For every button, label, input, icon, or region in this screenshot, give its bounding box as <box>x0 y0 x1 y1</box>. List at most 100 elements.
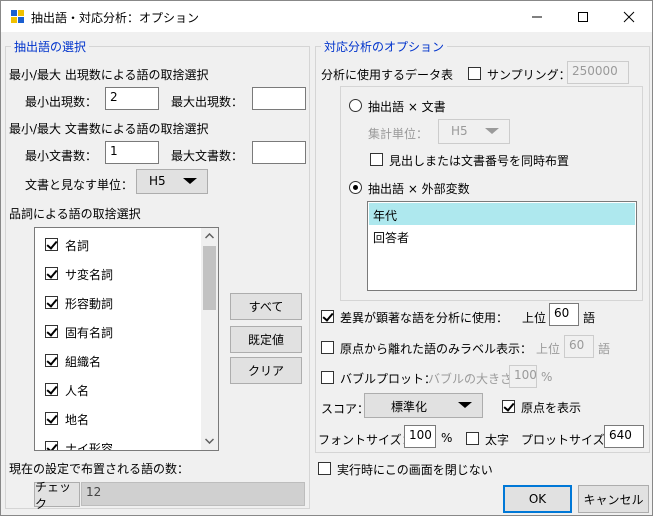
dropdown-arrow-icon <box>183 178 197 184</box>
sampling-input[interactable]: 250000 <box>567 61 629 84</box>
sampling-label: サンプリング： <box>487 68 571 82</box>
cancel-button[interactable]: キャンセル <box>578 485 649 513</box>
ca-options-legend: 対応分析のオプション <box>321 38 448 55</box>
origin-top-label: 上位 <box>536 342 561 356</box>
diff-checkbox[interactable] <box>321 310 334 323</box>
origin-label-text: 原点から離れた語のみラベル表示： <box>340 342 533 356</box>
heading-same-label: 見出しまたは文書番号を同時布置 <box>389 154 570 168</box>
score-value: 標準化 <box>391 400 428 414</box>
select-all-button[interactable]: すべて <box>230 293 302 320</box>
list-item[interactable]: 名詞 <box>35 230 211 259</box>
pos-checkbox[interactable] <box>45 412 58 425</box>
pos-item-label: 名詞 <box>65 239 90 253</box>
pos-checkbox[interactable] <box>45 296 58 309</box>
freq-section-label: 最小/最大 出現数による語の取捨選択 <box>9 68 209 82</box>
bold-checkbox[interactable] <box>466 432 479 445</box>
min-freq-label: 最小出現数： <box>25 95 98 109</box>
sampling-checkbox[interactable] <box>468 67 481 80</box>
diff-top-label: 上位 <box>522 311 547 325</box>
max-freq-label: 最大出現数： <box>171 95 244 109</box>
doc-unit-label: 文書と見なす単位： <box>25 178 134 192</box>
close-icon <box>623 11 635 22</box>
pos-item-label: 組織名 <box>65 355 102 369</box>
pos-item-label: 固有名詞 <box>65 326 114 340</box>
close-on-run-label: 実行時にこの画面を閉じない <box>337 463 493 477</box>
title-bar: 抽出語・対応分析：オプション <box>1 1 652 32</box>
font-size-unit: % <box>441 431 453 445</box>
variable-item-selected[interactable]: 年代 <box>369 203 635 225</box>
pos-item-label: 形容動詞 <box>65 297 114 311</box>
show-origin-label: 原点を表示 <box>521 401 582 415</box>
pos-scrollbar[interactable] <box>201 228 218 450</box>
doc-unit-value: H5 <box>149 174 166 188</box>
pos-item-label: 地名 <box>65 413 90 427</box>
pos-checkbox[interactable] <box>45 354 58 367</box>
bubble-unit: % <box>541 370 553 384</box>
word-doc-radio[interactable] <box>349 99 362 112</box>
pos-item-label: サ変名詞 <box>65 268 114 282</box>
list-item[interactable]: ナイ形容 <box>35 433 211 451</box>
pos-checkbox[interactable] <box>45 238 58 251</box>
list-item[interactable]: 人名 <box>35 375 211 404</box>
minimize-icon <box>532 16 542 17</box>
maximize-button[interactable] <box>560 1 606 32</box>
heading-same-checkbox[interactable] <box>370 153 383 166</box>
list-item[interactable]: 形容動詞 <box>35 288 211 317</box>
doc-unit-select[interactable]: H5 <box>136 169 208 194</box>
data-table-label: 分析に使用するデータ表 <box>321 68 454 82</box>
diff-label: 差異が顕著な語を分析に使用： <box>340 311 509 325</box>
scroll-down-icon[interactable] <box>205 438 214 444</box>
pos-checkbox[interactable] <box>45 325 58 338</box>
max-doc-input[interactable] <box>252 141 306 164</box>
diff-unit: 語 <box>583 311 596 325</box>
score-select[interactable]: 標準化 <box>364 393 483 418</box>
dropdown-arrow-icon <box>458 402 472 408</box>
word-ext-label: 抽出語 × 外部変数 <box>368 182 470 196</box>
variable-item[interactable]: 回答者 <box>369 225 635 247</box>
pos-checkbox[interactable] <box>45 383 58 396</box>
pos-item-label: 人名 <box>65 384 90 398</box>
pos-checkbox[interactable] <box>45 267 58 280</box>
check-button[interactable]: チェック <box>34 480 80 511</box>
variables-listbox[interactable]: 年代 回答者 <box>367 201 637 291</box>
agg-unit-value: H5 <box>451 124 468 138</box>
pos-item-label: ナイ形容 <box>65 442 114 451</box>
agg-unit-select[interactable]: H5 <box>438 119 510 144</box>
maximize-icon <box>578 11 588 22</box>
list-item[interactable]: 地名 <box>35 404 211 433</box>
minimize-button[interactable] <box>514 1 560 32</box>
origin-top-input[interactable]: 60 <box>564 335 594 358</box>
bubble-size-label: バブルの大きさ <box>428 372 513 386</box>
word-doc-label: 抽出語 × 文書 <box>368 100 446 114</box>
bubble-checkbox[interactable] <box>321 371 334 384</box>
pos-checkbox[interactable] <box>45 441 58 450</box>
max-freq-input[interactable] <box>252 87 306 110</box>
word-count-label: 現在の設定で布置される語の数： <box>9 462 190 476</box>
close-on-run-checkbox[interactable] <box>318 462 331 475</box>
font-size-label: フォントサイズ： <box>318 433 414 447</box>
ok-button[interactable]: OK <box>503 485 572 513</box>
doc-section-label: 最小/最大 文書数による語の取捨選択 <box>9 122 209 136</box>
origin-label-checkbox[interactable] <box>321 341 334 354</box>
scroll-up-icon[interactable] <box>205 233 214 239</box>
diff-top-input[interactable]: 60 <box>549 303 579 326</box>
show-origin-checkbox[interactable] <box>502 400 515 413</box>
word-selection-legend: 抽出語の選択 <box>11 38 90 55</box>
font-size-input[interactable]: 100 <box>404 425 436 448</box>
variable-item-label: 年代 <box>373 209 398 223</box>
word-count-value: 12 <box>81 482 305 506</box>
min-freq-input[interactable]: 2 <box>105 87 159 110</box>
list-item[interactable]: 固有名詞 <box>35 317 211 346</box>
clear-button[interactable]: クリア <box>230 357 302 384</box>
default-button[interactable]: 既定値 <box>230 326 302 353</box>
bubble-size-input[interactable]: 100 <box>509 365 537 388</box>
min-doc-input[interactable]: 1 <box>105 141 159 164</box>
pos-listbox[interactable]: 名詞 サ変名詞 形容動詞 固有名詞 組織名 人名 地名 ナイ形容 <box>34 227 219 451</box>
list-item[interactable]: サ変名詞 <box>35 259 211 288</box>
list-item[interactable]: 組織名 <box>35 346 211 375</box>
plot-size-input[interactable]: 640 <box>604 425 644 448</box>
close-button[interactable] <box>606 1 652 32</box>
word-ext-radio[interactable] <box>349 181 362 194</box>
scroll-thumb[interactable] <box>203 246 216 310</box>
min-doc-label: 最小文書数： <box>25 149 98 163</box>
